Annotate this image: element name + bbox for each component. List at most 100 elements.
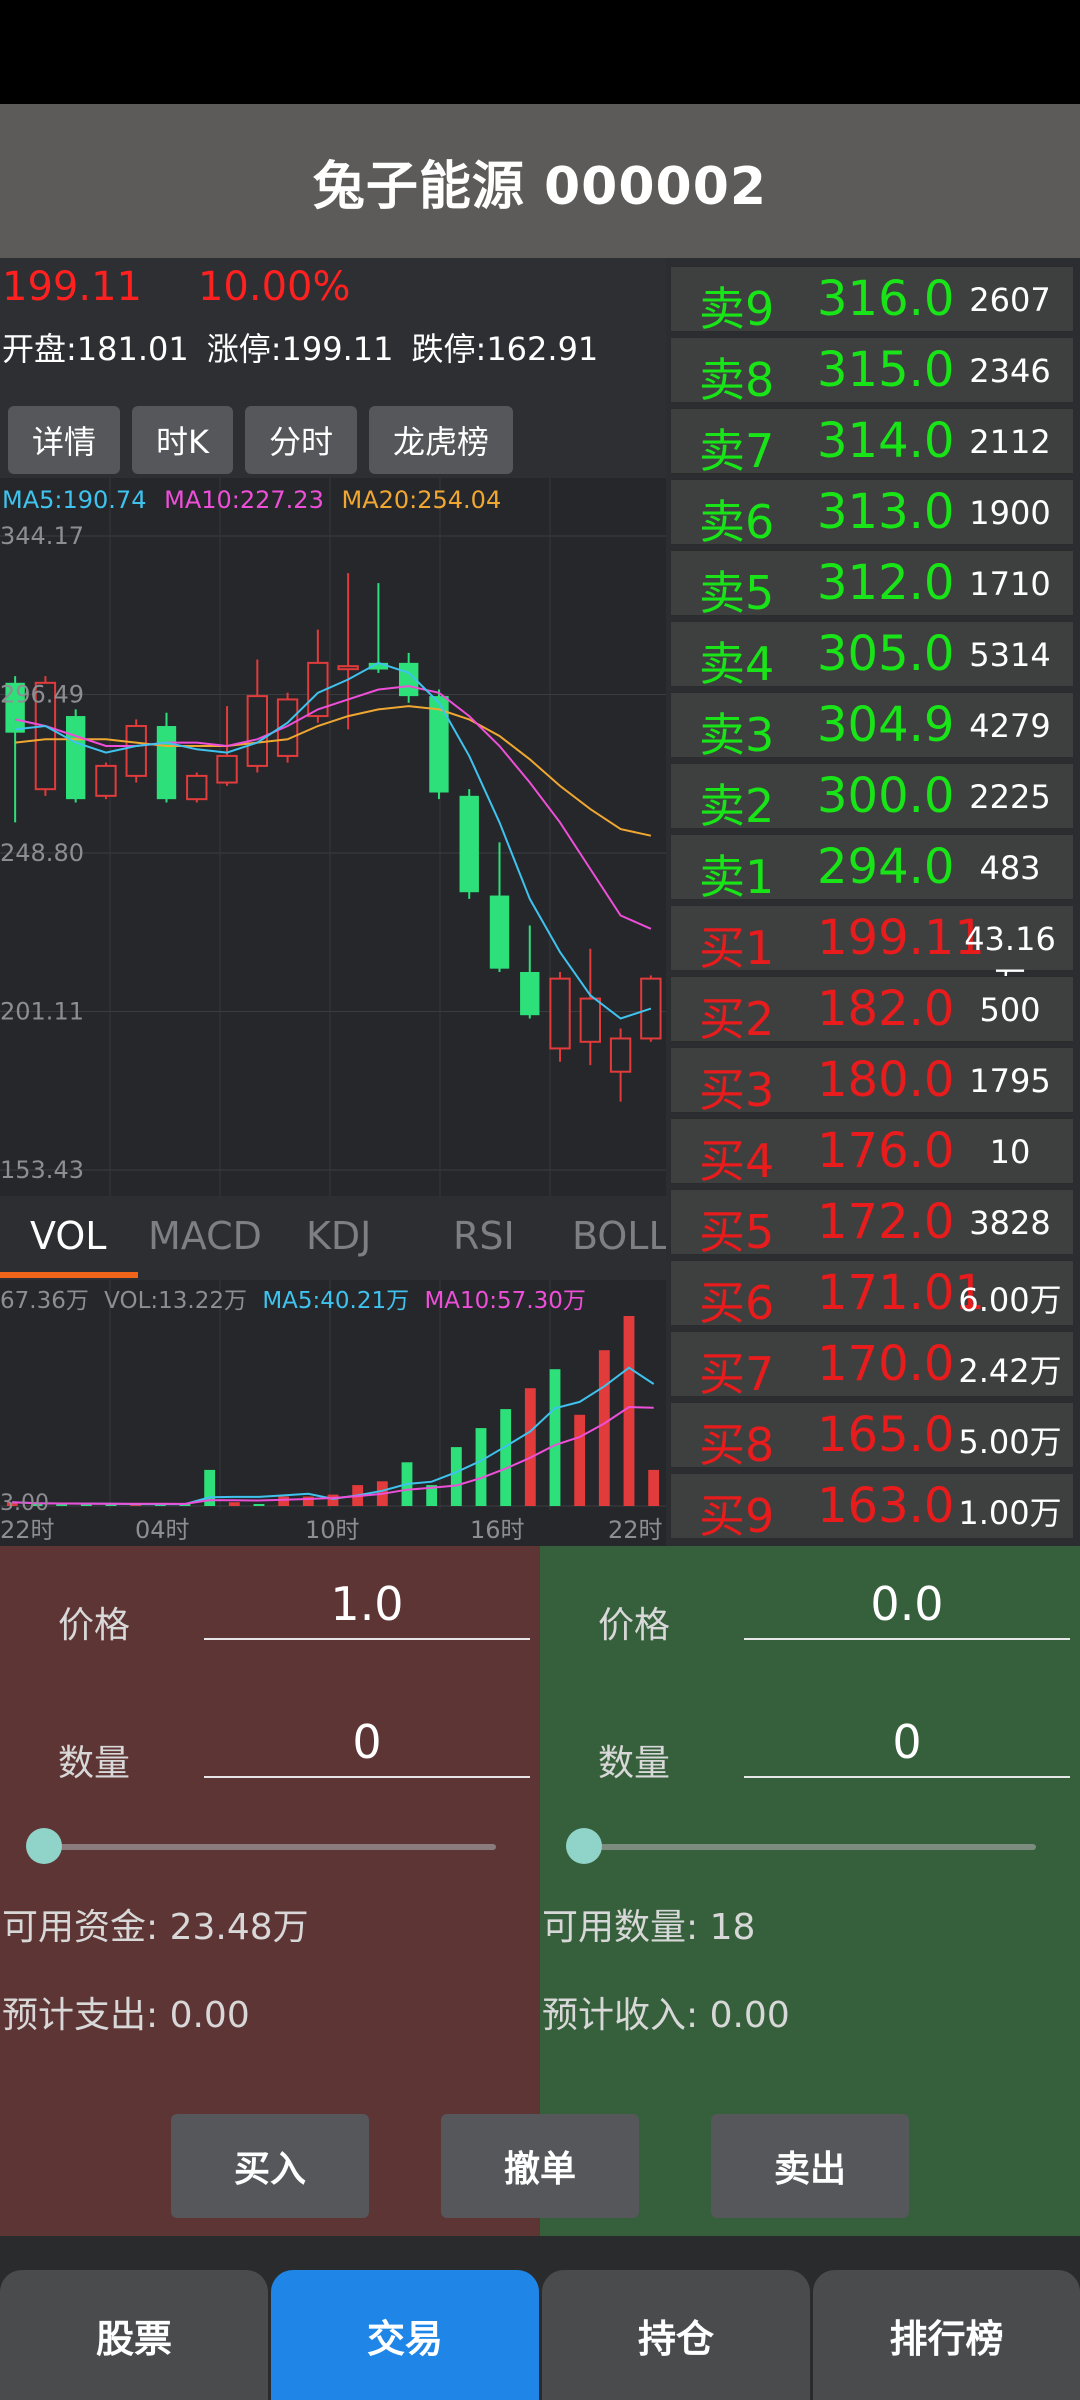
volume-bar — [598, 1350, 610, 1506]
estimated-cost: 预计支出: 0.00 — [2, 1995, 250, 2036]
ma-legend: MA5:190.74 MA10:227.23 MA20:254.04 — [2, 486, 501, 514]
book-price: 316.0 — [817, 271, 955, 327]
bid-row[interactable]: 买3 180.0 1795 — [670, 1047, 1074, 1117]
book-volume: 2225 — [969, 778, 1051, 816]
buy-qty-input[interactable] — [204, 1708, 530, 1778]
bid-row[interactable]: 买8 165.0 5.00万 — [670, 1402, 1074, 1472]
buy-button[interactable]: 买入 — [171, 2114, 369, 2218]
book-label: 买2 — [699, 992, 775, 1046]
book-price: 170.0 — [817, 1336, 955, 1392]
tab-rsi[interactable]: RSI — [453, 1214, 515, 1258]
bid-row[interactable]: 买9 163.0 1.00万 — [670, 1473, 1074, 1543]
ask-row[interactable]: 卖1 294.0 483 — [670, 834, 1074, 904]
book-label: 卖4 — [699, 637, 775, 691]
kline-svg: MA5:190.74 MA10:227.23 MA20:254.04 344.1… — [0, 478, 666, 1196]
nav-separator — [0, 2236, 1080, 2264]
volume-chart[interactable]: 67.36万 VOL:13.22万 MA5:40.21万 MA10:57.30万… — [0, 1280, 666, 1546]
book-volume: 1710 — [969, 565, 1051, 603]
sell-qty-slider-track[interactable] — [584, 1844, 1036, 1850]
bid-row[interactable]: 买5 172.0 3828 — [670, 1189, 1074, 1259]
tab-boll[interactable]: BOLL — [572, 1214, 670, 1258]
ask-row[interactable]: 卖6 313.0 1900 — [670, 479, 1074, 549]
time-kline-button[interactable]: 时K — [132, 406, 234, 474]
buy-price-input[interactable] — [204, 1570, 530, 1640]
sell-qty-label: 数量 — [598, 1743, 671, 1784]
bid-row[interactable]: 买2 182.0 500 — [670, 976, 1074, 1046]
volume-bar — [524, 1388, 536, 1506]
book-volume: 1795 — [969, 1062, 1051, 1100]
nav-holdings[interactable]: 持仓 — [542, 2270, 810, 2400]
volume-bar — [253, 1504, 265, 1506]
sell-price-label: 价格 — [598, 1605, 671, 1646]
ask-row[interactable]: 卖8 315.0 2346 — [670, 337, 1074, 407]
sell-button[interactable]: 卖出 — [711, 2114, 909, 2218]
book-label: 买9 — [699, 1489, 775, 1543]
sell-qty-input[interactable] — [744, 1708, 1070, 1778]
bottom-nav: 股票 交易 持仓 排行榜 — [0, 2264, 1080, 2400]
book-volume: 2607 — [969, 281, 1051, 319]
title-bar: 兔子能源 000002 — [0, 104, 1080, 258]
ask-row[interactable]: 卖7 314.0 2112 — [670, 408, 1074, 478]
tab-macd[interactable]: MACD — [148, 1214, 262, 1258]
ask-row[interactable]: 卖4 305.0 5314 — [670, 621, 1074, 691]
book-label: 买4 — [699, 1134, 775, 1188]
tab-vol[interactable]: VOL — [30, 1214, 106, 1258]
volume-bar — [475, 1428, 487, 1506]
nav-trade[interactable]: 交易 — [271, 2270, 539, 2400]
candle-body — [246, 695, 269, 767]
bid-row[interactable]: 买7 170.0 2.42万 — [670, 1331, 1074, 1401]
book-price: 304.9 — [817, 697, 955, 753]
ask-row[interactable]: 卖3 304.9 4279 — [670, 692, 1074, 762]
buy-qty-slider-thumb[interactable] — [26, 1828, 62, 1864]
candle-body — [489, 895, 510, 969]
book-price: 180.0 — [817, 1052, 955, 1108]
quote-limits-row: 开盘:181.01 涨停:199.11 跌停:162.91 — [2, 324, 616, 370]
buy-qty-slider-track[interactable] — [44, 1844, 496, 1850]
dragon-tiger-button[interactable]: 龙虎榜 — [369, 406, 514, 474]
nav-stocks[interactable]: 股票 — [0, 2270, 268, 2400]
candle-body — [186, 774, 208, 801]
kline-y-tick: 248.80 — [0, 839, 84, 867]
nav-ranking[interactable]: 排行榜 — [813, 2270, 1080, 2400]
ma20-legend: MA20:254.04 — [341, 486, 501, 514]
book-price: 165.0 — [817, 1407, 955, 1463]
book-label: 卖5 — [699, 566, 775, 620]
volume-bar — [623, 1316, 635, 1506]
limit-down-price: 跌停:162.91 — [411, 330, 599, 368]
vol-legend: 67.36万 VOL:13.22万 MA5:40.21万 MA10:57.30万 — [0, 1288, 586, 1314]
vol-x-tick: 22时 — [0, 1516, 55, 1544]
book-label: 买8 — [699, 1418, 775, 1472]
book-label: 卖3 — [699, 708, 775, 762]
volume-bar — [648, 1469, 660, 1506]
book-label: 卖8 — [699, 353, 775, 407]
book-volume: 5314 — [969, 636, 1051, 674]
book-volume: 10 — [989, 1133, 1031, 1171]
vol-x-tick: 04时 — [135, 1516, 190, 1544]
vol-x-tick: 22时 — [608, 1516, 663, 1544]
buy-price-label: 价格 — [58, 1605, 131, 1646]
details-button[interactable]: 详情 — [8, 406, 121, 474]
intraday-button[interactable]: 分时 — [245, 406, 358, 474]
bid-row[interactable]: 买4 176.0 10 — [670, 1118, 1074, 1188]
current-price: 199.11 — [2, 264, 142, 310]
quote-price-row: 199.11 10.00% — [2, 264, 407, 310]
ask-row[interactable]: 卖9 316.0 2607 — [670, 266, 1074, 336]
book-label: 卖6 — [699, 495, 775, 549]
ask-row[interactable]: 卖2 300.0 2225 — [670, 763, 1074, 833]
kline-chart[interactable]: MA5:190.74 MA10:227.23 MA20:254.04 344.1… — [0, 478, 666, 1196]
book-label: 卖2 — [699, 779, 775, 833]
book-price: 305.0 — [817, 626, 955, 682]
book-price: 313.0 — [817, 484, 955, 540]
bid-row[interactable]: 买6 171.01 6.00万 — [670, 1260, 1074, 1330]
book-volume: 3828 — [969, 1204, 1051, 1242]
bid-row[interactable]: 买1199.1143.16万 — [670, 905, 1074, 1002]
tab-kdj[interactable]: KDJ — [306, 1214, 371, 1258]
volume-svg: 67.36万 VOL:13.22万 MA5:40.21万 MA10:57.30万… — [0, 1280, 666, 1544]
sell-qty-slider-thumb[interactable] — [566, 1828, 602, 1864]
ask-row[interactable]: 卖5 312.0 1710 — [670, 550, 1074, 620]
book-label: 买7 — [699, 1347, 775, 1401]
sell-price-input[interactable] — [744, 1570, 1070, 1640]
vol-value-label: VOL:13.22万 — [104, 1288, 247, 1314]
book-volume: 1.00万 — [958, 1494, 1062, 1532]
cancel-order-button[interactable]: 撤单 — [441, 2114, 639, 2218]
